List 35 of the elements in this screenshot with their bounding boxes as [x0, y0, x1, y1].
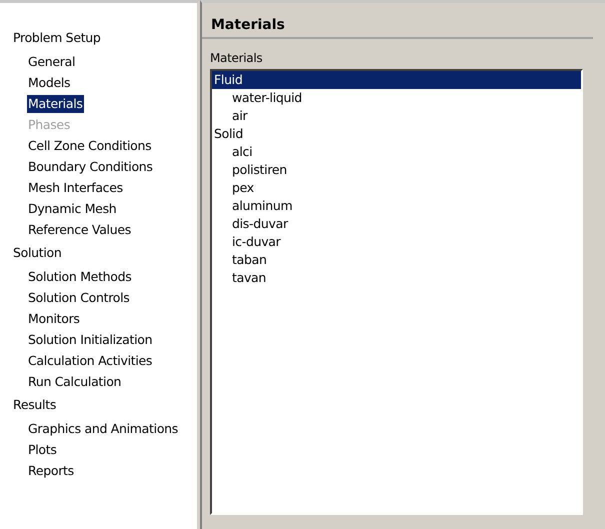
navigation-item[interactable]: Materials: [27, 93, 84, 114]
navigation-item[interactable]: General: [27, 51, 76, 72]
list-item[interactable]: alci: [212, 143, 581, 161]
navigation-item[interactable]: Plots: [27, 439, 58, 460]
materials-list[interactable]: Fluid water-liquid air Solid alci polistiren pex aluminum dis-duvar ic-duvar taban tavan: [210, 69, 583, 515]
navigation-item[interactable]: Calculation Activities: [27, 350, 154, 371]
navigation-item[interactable]: Cell Zone Conditions: [27, 135, 152, 156]
list-item[interactable]: Solid: [212, 125, 581, 143]
list-item[interactable]: dis-duvar: [212, 215, 581, 233]
navigation-item[interactable]: Solution Initialization: [27, 329, 154, 350]
navigation-item[interactable]: Monitors: [27, 308, 81, 329]
list-item[interactable]: Fluid: [212, 71, 581, 89]
list-item[interactable]: pex: [212, 179, 581, 197]
list-item[interactable]: tavan: [212, 269, 581, 287]
navigation-item[interactable]: Solution Methods: [27, 266, 132, 287]
navigation-item[interactable]: Mesh Interfaces: [27, 177, 124, 198]
navigation-item[interactable]: Solution Controls: [27, 287, 130, 308]
navigation-item[interactable]: Reference Values: [27, 219, 132, 240]
navigation-item[interactable]: Dynamic Mesh: [27, 198, 118, 219]
list-item[interactable]: taban: [212, 251, 581, 269]
panel-title: Materials: [202, 17, 593, 39]
list-item[interactable]: ic-duvar: [212, 233, 581, 251]
list-item[interactable]: water-liquid: [212, 89, 581, 107]
list-item[interactable]: aluminum: [212, 197, 581, 215]
section-heading: Solution: [13, 244, 63, 262]
navigation-item[interactable]: Graphics and Animations: [27, 418, 180, 439]
list-item[interactable]: polistiren: [212, 161, 581, 179]
section-heading: Problem Setup: [13, 29, 102, 47]
navigation-item[interactable]: Boundary Conditions: [27, 156, 154, 177]
navigation-item[interactable]: Models: [27, 72, 72, 93]
list-label: Materials: [210, 51, 262, 65]
navigation-item[interactable]: Reports: [27, 460, 75, 481]
navigation-item[interactable]: Run Calculation: [27, 371, 122, 392]
list-item[interactable]: air: [212, 107, 581, 125]
section-heading: Results: [13, 396, 58, 414]
